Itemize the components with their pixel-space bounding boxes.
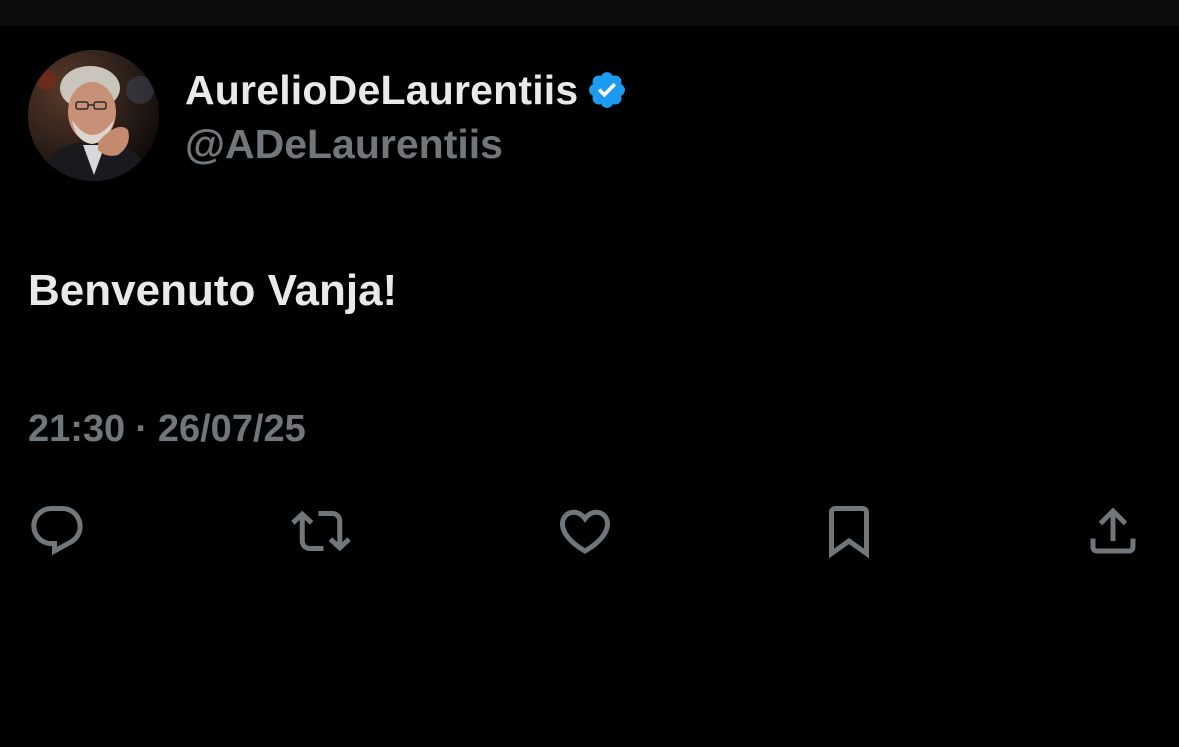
status-bar — [0, 0, 1179, 26]
share-button[interactable] — [1080, 498, 1146, 564]
like-button[interactable] — [552, 498, 618, 564]
tweet-text: Benvenuto Vanja! — [28, 266, 398, 315]
tweet-screen: AurelioDeLaurentiis @ADeLaurentiis Benve… — [0, 0, 1179, 747]
reply-icon — [31, 506, 83, 556]
tweet-timestamp[interactable]: 21:30 · 26/07/25 — [28, 404, 306, 454]
tweet-date: 26/07/25 — [157, 408, 306, 450]
reply-button[interactable] — [24, 498, 90, 564]
share-icon — [1090, 507, 1136, 554]
verified-badge-icon — [586, 69, 628, 111]
tweet-time: 21:30 — [28, 408, 126, 450]
author-name-row[interactable]: AurelioDeLaurentiis — [185, 64, 628, 116]
bookmark-icon — [829, 506, 869, 559]
action-bar — [0, 498, 1179, 564]
display-name[interactable]: AurelioDeLaurentiis — [185, 64, 578, 116]
heart-icon — [559, 509, 611, 554]
avatar[interactable] — [28, 50, 159, 181]
avatar-photo — [28, 50, 159, 181]
author-handle[interactable]: @ADeLaurentiis — [185, 118, 503, 170]
retweet-icon — [291, 510, 351, 552]
bookmark-button[interactable] — [816, 498, 882, 564]
meta-separator: · — [135, 408, 148, 450]
retweet-button[interactable] — [288, 498, 354, 564]
